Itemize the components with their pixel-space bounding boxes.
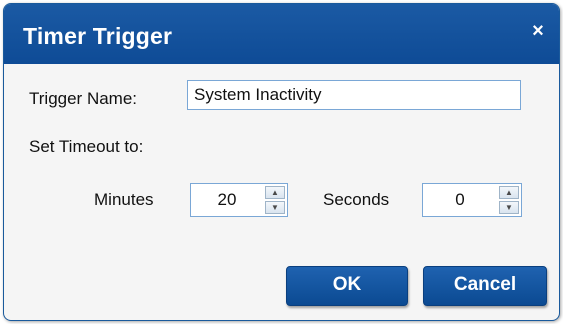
timer-trigger-dialog: Timer Trigger × Trigger Name: Set Timeou… xyxy=(3,3,560,321)
caret-down-icon: ▼ xyxy=(505,203,513,212)
caret-down-icon: ▼ xyxy=(271,203,279,212)
seconds-value[interactable]: 0 xyxy=(423,184,497,216)
seconds-decrement-button[interactable]: ▼ xyxy=(499,201,519,214)
seconds-increment-button[interactable]: ▲ xyxy=(499,186,519,199)
seconds-label: Seconds xyxy=(323,190,390,209)
minutes-decrement-button[interactable]: ▼ xyxy=(265,201,285,214)
minutes-increment-button[interactable]: ▲ xyxy=(265,186,285,199)
seconds-stepper[interactable]: 0 ▲ ▼ xyxy=(422,183,522,217)
minutes-spin-buttons: ▲ ▼ xyxy=(265,186,285,214)
trigger-name-input[interactable] xyxy=(187,80,521,110)
minutes-value[interactable]: 20 xyxy=(191,184,263,216)
cancel-button[interactable]: Cancel xyxy=(423,266,547,306)
dialog-titlebar: Timer Trigger × xyxy=(4,4,559,64)
set-timeout-label: Set Timeout to: xyxy=(29,137,144,156)
dialog-title: Timer Trigger xyxy=(23,23,173,49)
close-icon[interactable]: × xyxy=(527,20,549,42)
minutes-label: Minutes xyxy=(94,190,154,209)
trigger-name-label: Trigger Name: xyxy=(29,89,138,108)
caret-up-icon: ▲ xyxy=(505,188,513,197)
seconds-spin-buttons: ▲ ▼ xyxy=(499,186,519,214)
minutes-stepper[interactable]: 20 ▲ ▼ xyxy=(190,183,288,217)
ok-button[interactable]: OK xyxy=(286,266,408,306)
caret-up-icon: ▲ xyxy=(271,188,279,197)
